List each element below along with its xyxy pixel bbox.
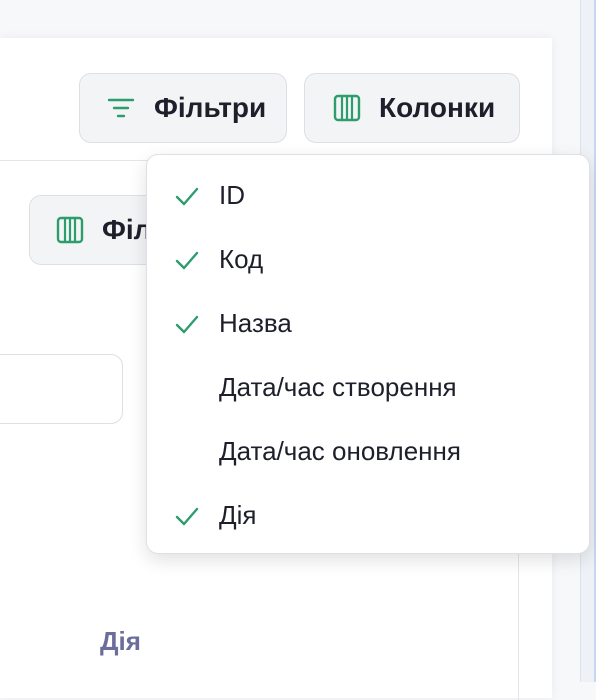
columns-icon: [333, 94, 361, 122]
menu-item-updated-at[interactable]: Дата/час оновлення: [147, 419, 589, 483]
menu-item-label: ID: [219, 179, 245, 210]
filter-lines-icon: [106, 96, 136, 120]
menu-item-name[interactable]: Назва: [147, 291, 589, 355]
secondary-button-label: Філ: [102, 214, 152, 245]
columns-button-label: Колонки: [379, 92, 496, 123]
columns-button[interactable]: Колонки: [304, 73, 520, 143]
check-icon: [175, 507, 199, 526]
search-input[interactable]: [0, 354, 123, 424]
menu-item-created-at[interactable]: Дата/час створення: [147, 355, 589, 419]
menu-item-code[interactable]: Код: [147, 227, 589, 291]
column-header-action[interactable]: Дія: [100, 626, 141, 657]
menu-item-label: Дія: [219, 499, 257, 530]
columns-icon: [56, 216, 84, 244]
menu-item-label: Назва: [219, 307, 292, 338]
check-icon: [175, 251, 199, 270]
columns-dropdown-menu: ID Код Назва Дата/час створення Дата/час…: [146, 154, 590, 554]
filters-button-label: Фільтри: [154, 92, 267, 123]
menu-item-label: Дата/час створення: [219, 371, 457, 402]
menu-item-action[interactable]: Дія: [147, 483, 589, 547]
check-icon: [175, 187, 199, 206]
menu-item-id[interactable]: ID: [147, 163, 589, 227]
menu-item-label: Дата/час оновлення: [219, 435, 461, 466]
check-icon: [175, 315, 199, 334]
menu-item-label: Код: [219, 243, 264, 274]
filters-button[interactable]: Фільтри: [79, 73, 287, 143]
